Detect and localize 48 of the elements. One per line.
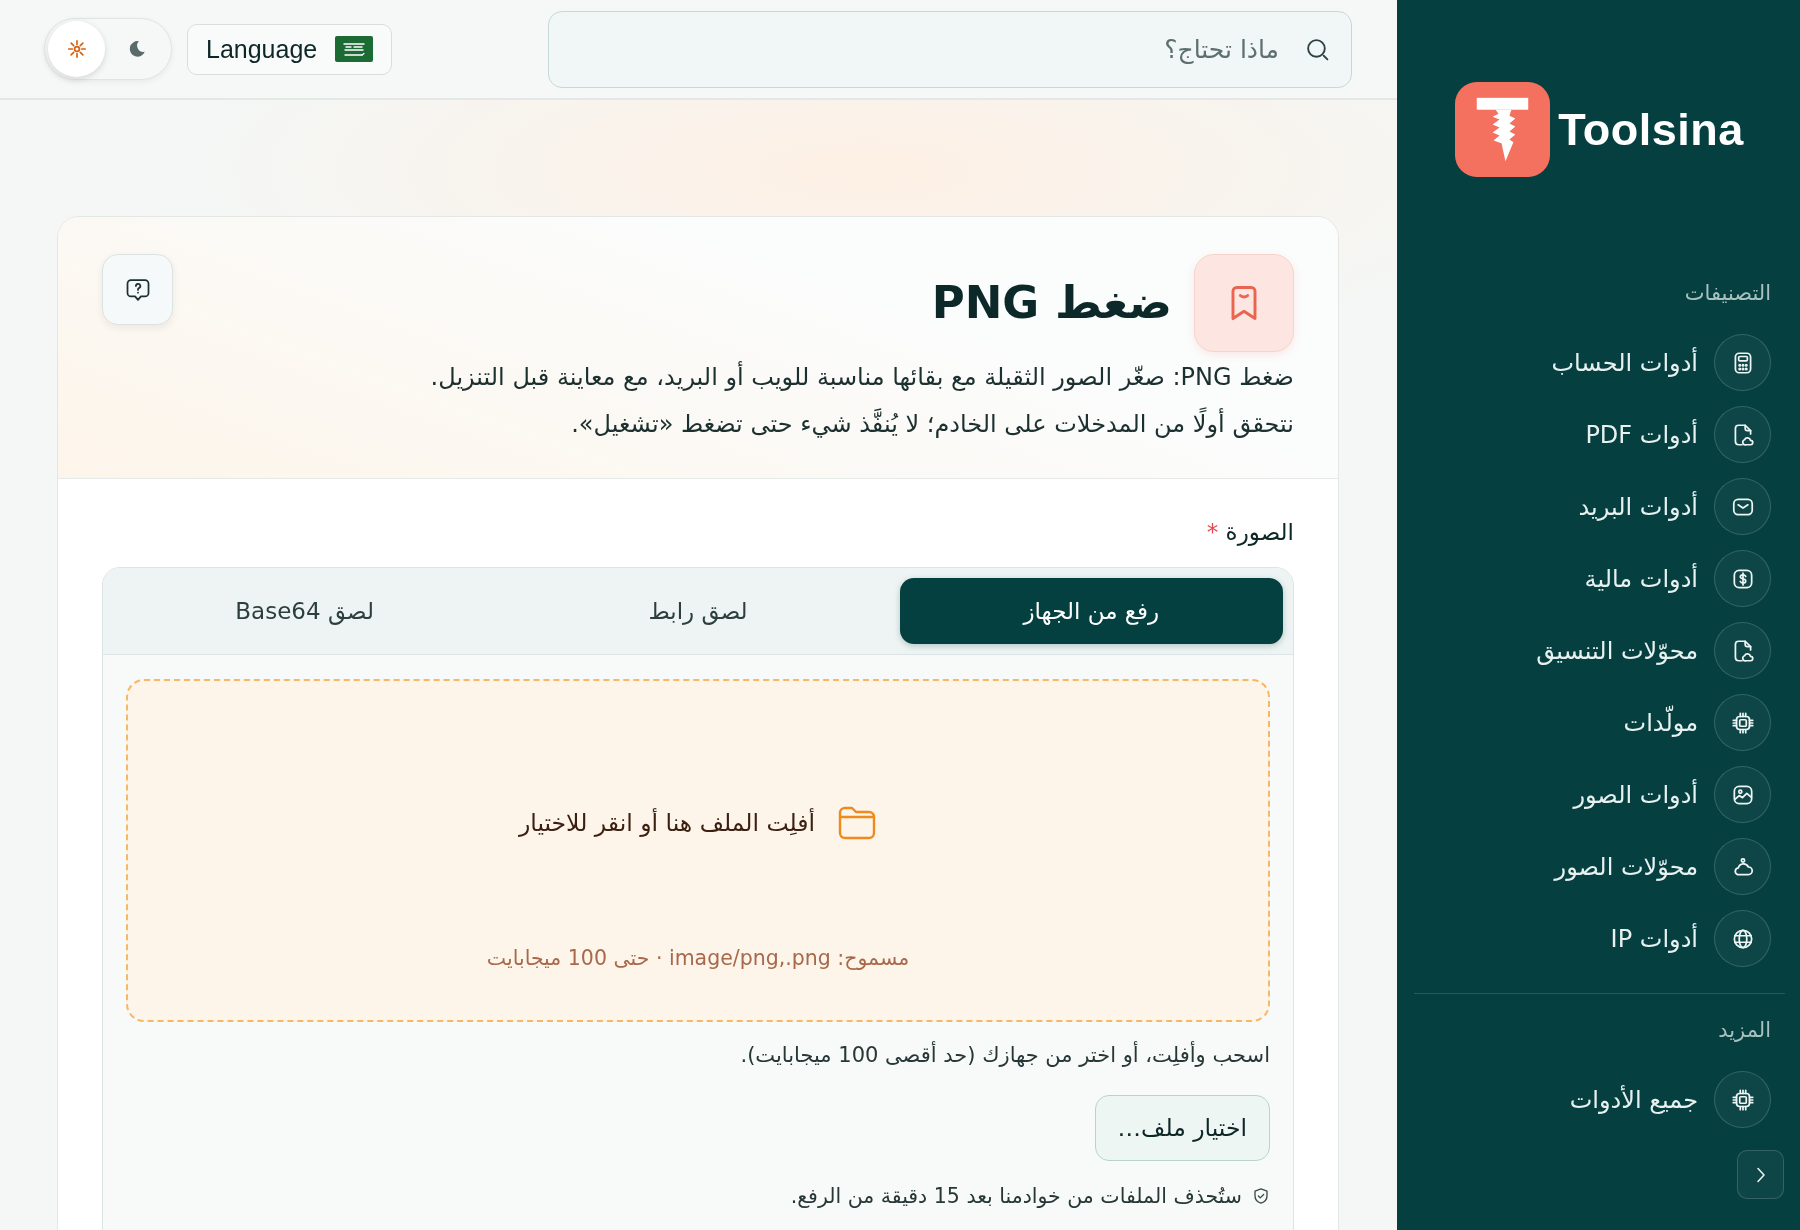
- upload-hint: اسحب وأفلِت، أو اختر من جهازك (حد أقصى 100 ميجابايت).: [740, 1040, 1270, 1069]
- drop-prompt: أفلِت الملف هنا أو انقر للاختيار: [518, 809, 816, 837]
- sidebar-item[interactable]: أدوات IP: [1610, 910, 1771, 967]
- globe-icon: [1714, 910, 1771, 967]
- mail-icon: [1714, 478, 1771, 535]
- theme-option[interactable]: [48, 21, 105, 77]
- field-label: الصورة *: [1206, 518, 1294, 548]
- bookmark-icon: [1194, 254, 1294, 352]
- section-heading: المزيد: [1718, 1017, 1771, 1044]
- description-text: ضغط PNG: صغّر الصور الثقيلة مع بقائها مناسبة للويب أو البريد، مع معاينة قبل التنزيل.: [430, 360, 1294, 393]
- choose-file-button[interactable]: اختيار ملف…: [1094, 1095, 1270, 1161]
- sidebar-item[interactable]: أدوات الحساب: [1551, 334, 1771, 391]
- sidebar-item[interactable]: محوّلات الصور: [1554, 838, 1771, 895]
- source-tab[interactable]: لصق رابط: [506, 578, 890, 644]
- dollar-icon: [1714, 550, 1771, 607]
- language-button[interactable]: Language: [187, 23, 393, 75]
- sidebar-item[interactable]: جميع الأدوات: [1569, 1071, 1771, 1128]
- help-button[interactable]: [102, 254, 173, 325]
- retention-note: ستُحذف الملفات من خوادمنا بعد 15 دقيقة من الرفع.: [790, 1183, 1242, 1210]
- sidebar-item[interactable]: أدوات الصور: [1573, 766, 1771, 823]
- chip-icon: [1714, 1071, 1771, 1128]
- brand-name: Toolsina: [1558, 103, 1744, 156]
- sidebar-item[interactable]: أدوات البريد: [1578, 478, 1771, 535]
- sun-icon: [65, 38, 88, 60]
- document-icon: [1714, 622, 1771, 679]
- chip-icon: [1714, 694, 1771, 751]
- sidebar-item[interactable]: أدوات مالية: [1584, 550, 1771, 607]
- page-title: ضغط PNG: [931, 275, 1172, 331]
- search-field[interactable]: ماذا تحتاج؟: [548, 10, 1352, 88]
- drop-zone[interactable]: أفلِت الملف هنا أو انقر للاختيار مسموح: image/png,.png · حتى 100 ميجابايت: [126, 679, 1270, 1022]
- allowed-types-text: مسموح: image/png,.png · حتى 100 ميجابايت: [486, 945, 910, 972]
- logo-icon: [1455, 82, 1551, 177]
- folder-icon: [837, 805, 878, 841]
- shield-check-icon: [1252, 1187, 1270, 1205]
- chevron-icon: [1755, 1166, 1766, 1183]
- source-tab[interactable]: لصق Base64: [113, 578, 497, 644]
- flag-icon: [335, 36, 374, 62]
- section-heading: التصنيفات: [1684, 280, 1771, 307]
- sidebar-item[interactable]: أدوات PDF: [1585, 406, 1771, 463]
- sidebar-item[interactable]: مولّدات: [1623, 694, 1771, 751]
- sidebar-item[interactable]: محوّلات التنسيق: [1536, 622, 1771, 679]
- image-icon: [1714, 766, 1771, 823]
- document-icon: [1714, 406, 1771, 463]
- search-icon: [1305, 36, 1330, 62]
- calculator-icon: [1714, 334, 1771, 391]
- source-tab[interactable]: رفع من الجهاز: [899, 578, 1283, 644]
- cloud-icon: [1714, 838, 1771, 895]
- description-text: نتحقق أولًا من المدخلات على الخادم؛ لا يُنفَّذ شيء حتى تضغط «تشغيل».: [571, 401, 1294, 448]
